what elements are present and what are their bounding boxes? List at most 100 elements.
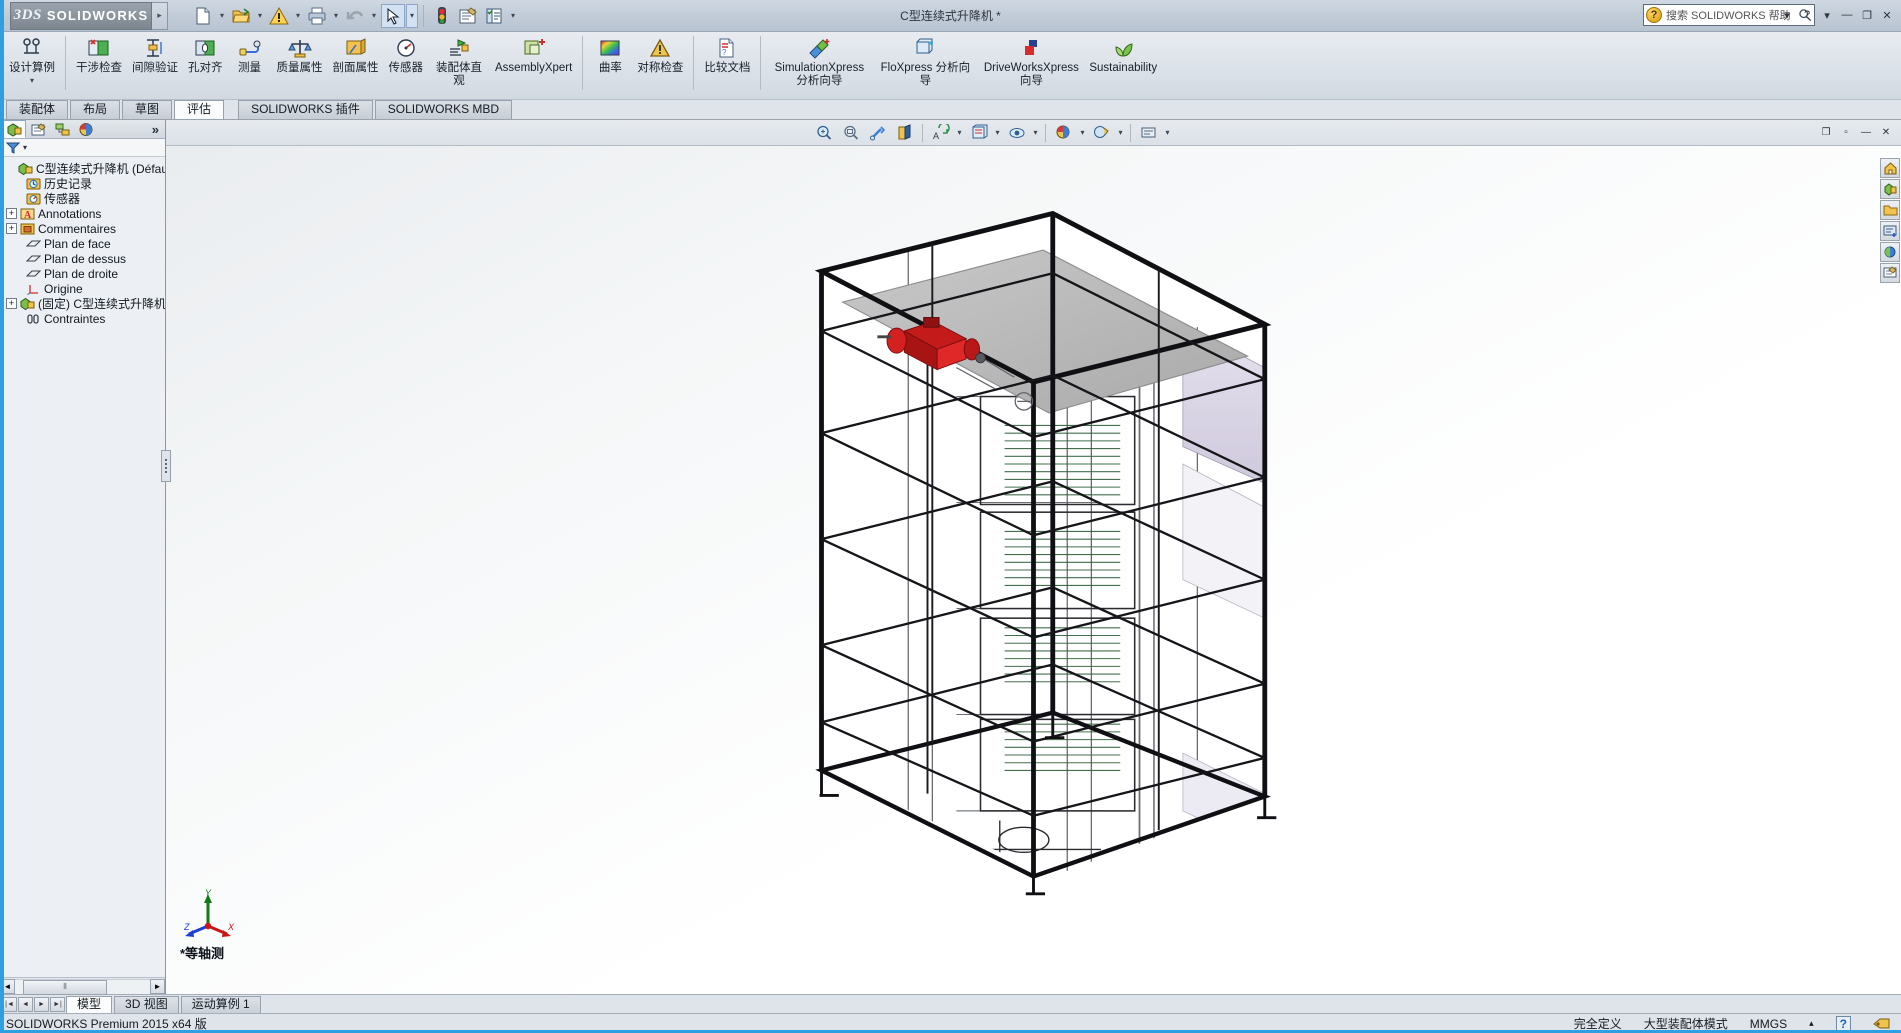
print-caret-icon[interactable]: ▾ <box>330 4 342 28</box>
tree-item-plan-de-dessus[interactable]: Plan de dessus <box>0 251 165 266</box>
tab-layout[interactable]: 布局 <box>70 100 120 119</box>
properties-caret-icon[interactable]: ▾ <box>507 4 519 28</box>
undo-button[interactable] <box>343 4 367 28</box>
bottom-tab-motion-study[interactable]: 运动算例 1 <box>181 996 261 1013</box>
feature-tree-horizontal-scrollbar[interactable]: ◄ ⦀ ► <box>0 977 165 994</box>
select-tool-caret-icon[interactable]: ▾ <box>406 4 418 28</box>
stoplight-icon[interactable] <box>430 4 454 28</box>
scenes-icon[interactable] <box>1880 242 1900 262</box>
help-icon[interactable]: ? <box>1797 5 1817 25</box>
tab-evaluate[interactable]: 评估 <box>174 100 224 119</box>
doc-restore-icon[interactable]: ❐ <box>1817 125 1835 141</box>
design-study-dropdown-caret-icon[interactable]: ▾ <box>30 76 34 85</box>
new-document-caret-icon[interactable]: ▾ <box>216 4 228 28</box>
tree-item-root[interactable]: C型连续式升降机 (Défaut<显 <box>0 161 165 176</box>
bottom-tab-3d-views[interactable]: 3D 视图 <box>114 996 179 1013</box>
properties-button[interactable] <box>482 4 506 28</box>
tree-item-history[interactable]: 历史记录 <box>0 176 165 191</box>
ribbon-item-flo-xpress[interactable]: FloXpress 分析向导 <box>872 32 978 87</box>
hide-show-items-caret-icon[interactable]: ▾ <box>1030 122 1041 144</box>
ribbon-item-assembly-xpert[interactable]: AssemblyXpert <box>490 32 577 75</box>
ribbon-item-compare-documents[interactable]: ? 比较文档 <box>699 32 755 75</box>
tree-item-part[interactable]: + (固定) C型连续式升降机.ST <box>0 296 165 311</box>
folder-icon[interactable] <box>1880 200 1900 220</box>
tree-item-origine[interactable]: Origine <box>0 281 165 296</box>
doc-minimize-icon[interactable]: — <box>1857 125 1875 141</box>
scroll-track[interactable]: ⦀ <box>15 979 150 994</box>
rebuild-caret-icon[interactable]: ▾ <box>292 4 304 28</box>
ribbon-item-design-study[interactable]: 设计算例 ▾ <box>4 32 60 85</box>
ribbon-item-hole-alignment[interactable]: 孔对齐 <box>183 32 228 75</box>
menu-expand-arrow[interactable]: ▸ <box>152 2 168 30</box>
close-button[interactable]: ✕ <box>1877 5 1897 25</box>
tab-nav-next-icon[interactable]: ► <box>34 997 49 1012</box>
configuration-manager-tab[interactable] <box>50 120 74 138</box>
home-icon[interactable] <box>1880 158 1900 178</box>
view-settings-caret-icon[interactable]: ▾ <box>1162 122 1173 144</box>
status-units-caret-icon[interactable]: ▴ <box>1809 1018 1814 1029</box>
doc-close-icon[interactable]: ✕ <box>1877 125 1895 141</box>
tab-nav-previous-icon[interactable]: ◄ <box>18 997 33 1012</box>
display-style-icon[interactable] <box>966 122 991 144</box>
ribbon-item-driveworks-xpress[interactable]: DriveWorksXpress 向导 <box>978 32 1084 87</box>
minimize-button[interactable]: — <box>1837 5 1857 25</box>
appearance-icon[interactable] <box>1880 179 1900 199</box>
display-manager-tab[interactable] <box>74 120 98 138</box>
expand-icon[interactable]: + <box>6 208 17 219</box>
tab-assembly[interactable]: 装配体 <box>6 100 68 119</box>
undo-caret-icon[interactable]: ▾ <box>368 4 380 28</box>
tab-solidworks-mbd[interactable]: SOLIDWORKS MBD <box>375 100 512 119</box>
zoom-to-area-icon[interactable] <box>838 122 863 144</box>
apply-scene-caret-icon[interactable]: ▾ <box>1115 122 1126 144</box>
new-document-button[interactable] <box>191 4 215 28</box>
restore-button[interactable]: ❐ <box>1857 5 1877 25</box>
bottom-tab-model[interactable]: 模型 <box>66 996 112 1013</box>
doc-maximize-icon[interactable]: ▫ <box>1837 125 1855 141</box>
feature-manager-more-tabs[interactable]: » <box>152 122 165 137</box>
panel-splitter-handle[interactable] <box>161 450 171 482</box>
ribbon-item-simulation-xpress[interactable]: SimulationXpress 分析向导 <box>766 32 872 87</box>
ribbon-item-section-properties[interactable]: 剖面属性 <box>328 32 384 75</box>
status-units[interactable]: MMGS <box>1750 1017 1787 1031</box>
select-tool-button[interactable] <box>381 4 405 28</box>
print-button[interactable] <box>305 4 329 28</box>
open-document-button[interactable] <box>229 4 253 28</box>
tree-item-contraintes[interactable]: Contraintes <box>0 311 165 326</box>
tag-icon[interactable] <box>1873 1017 1891 1031</box>
edit-appearance-caret-icon[interactable]: ▾ <box>1077 122 1088 144</box>
tab-solidworks-addins[interactable]: SOLIDWORKS 插件 <box>238 100 373 119</box>
view-orientation-caret-icon[interactable]: ▾ <box>954 122 965 144</box>
ribbon-item-interference-detection[interactable]: 干涉检查 <box>71 32 127 75</box>
tree-item-plan-de-droite[interactable]: Plan de droite <box>0 266 165 281</box>
apply-scene-icon[interactable] <box>1089 122 1114 144</box>
tree-item-plan-de-face[interactable]: Plan de face <box>0 236 165 251</box>
tab-nav-last-icon[interactable]: ►| <box>50 997 65 1012</box>
previous-view-icon[interactable] <box>865 122 890 144</box>
decals-icon[interactable] <box>1880 221 1900 241</box>
scroll-thumb[interactable]: ⦀ <box>23 980 107 995</box>
zoom-to-fit-icon[interactable] <box>811 122 836 144</box>
filter-caret-icon[interactable]: ▾ <box>23 143 27 152</box>
model-3d-view[interactable] <box>166 146 1901 994</box>
display-style-caret-icon[interactable]: ▾ <box>992 122 1003 144</box>
tree-item-annotations[interactable]: + A Annotations <box>0 206 165 221</box>
ribbon-item-sustainability[interactable]: Sustainability <box>1084 32 1162 75</box>
custom-icon[interactable] <box>1880 263 1900 283</box>
hide-show-items-icon[interactable] <box>1004 122 1029 144</box>
tree-item-comments[interactable]: + Commentaires <box>0 221 165 236</box>
help-dropdown-caret-icon[interactable]: ▾ <box>1817 5 1837 25</box>
expand-icon[interactable]: + <box>6 223 17 234</box>
expand-icon[interactable]: + <box>6 298 17 309</box>
tab-nav-first-icon[interactable]: |◄ <box>2 997 17 1012</box>
edit-appearance-icon[interactable] <box>1051 122 1076 144</box>
feature-tree-filter[interactable]: ▾ <box>0 139 165 157</box>
scroll-right-icon[interactable]: ► <box>150 979 165 994</box>
ribbon-item-sensor[interactable]: 传感器 <box>384 32 429 75</box>
view-orientation-icon[interactable]: A <box>928 122 953 144</box>
search-dropdown-caret-icon[interactable]: ▾ <box>1777 5 1797 25</box>
property-manager-tab[interactable] <box>26 120 50 138</box>
open-document-caret-icon[interactable]: ▾ <box>254 4 266 28</box>
view-settings-icon[interactable] <box>1136 122 1161 144</box>
feature-manager-tab[interactable] <box>2 120 26 138</box>
rebuild-button[interactable] <box>267 4 291 28</box>
